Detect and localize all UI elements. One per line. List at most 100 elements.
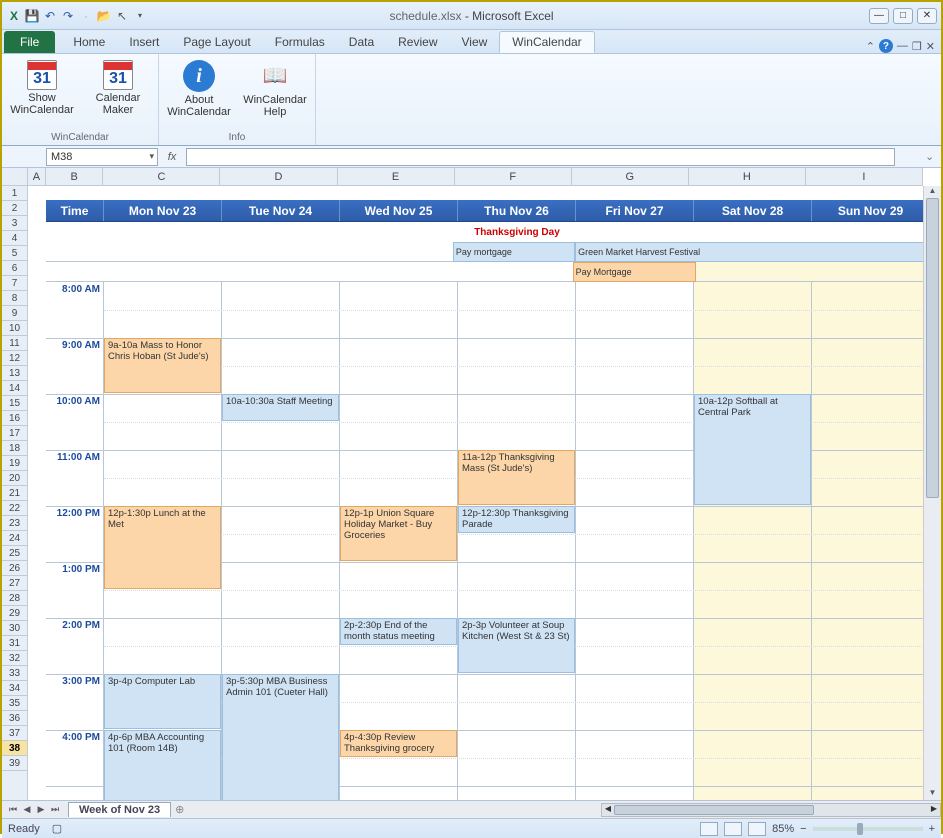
redo-icon[interactable]: ↷ — [60, 8, 76, 24]
row-header[interactable]: 12 — [2, 351, 27, 366]
row-header[interactable]: 10 — [2, 321, 27, 336]
calendar-event[interactable]: 3p-5:30p MBA Business Admin 101 (Cueter … — [222, 674, 339, 800]
row-header[interactable]: 7 — [2, 276, 27, 291]
row-header[interactable]: 23 — [2, 516, 27, 531]
calendar-event[interactable]: 12p-1p Union Square Holiday Market - Buy… — [340, 506, 457, 561]
row-header[interactable]: 11 — [2, 336, 27, 351]
row-header[interactable]: 9 — [2, 306, 27, 321]
col-header[interactable]: H — [689, 168, 806, 185]
new-sheet-icon[interactable]: ⊕ — [175, 803, 184, 816]
zoom-in-icon[interactable]: + — [929, 823, 935, 835]
row-header[interactable]: 13 — [2, 366, 27, 381]
grid-body[interactable]: Time Mon Nov 23 Tue Nov 24 Wed Nov 25 Th… — [28, 186, 923, 800]
doc-min-icon[interactable]: — — [897, 40, 908, 52]
row-header[interactable]: 16 — [2, 411, 27, 426]
col-header[interactable]: E — [338, 168, 455, 185]
col-header[interactable]: C — [103, 168, 220, 185]
calendar-event[interactable]: 9a-10a Mass to Honor Chris Hoban (St Jud… — [104, 338, 221, 393]
row-header[interactable]: 4 — [2, 231, 27, 246]
row-header[interactable]: 8 — [2, 291, 27, 306]
zoom-level[interactable]: 85% — [772, 823, 794, 835]
minimize-button[interactable]: — — [869, 8, 889, 24]
sheet-nav-prev[interactable]: ◀ — [20, 804, 34, 815]
row-header[interactable]: 1 — [2, 186, 27, 201]
col-header[interactable]: A — [28, 168, 46, 185]
name-box[interactable]: M38 — [46, 148, 158, 166]
row-header[interactable]: 29 — [2, 606, 27, 621]
tab-home[interactable]: Home — [61, 31, 117, 53]
row-header[interactable]: 17 — [2, 426, 27, 441]
pointer-icon[interactable]: ↖ — [114, 8, 130, 24]
row-header[interactable]: 39 — [2, 756, 27, 771]
macro-record-icon[interactable]: ▢ — [52, 822, 62, 835]
calendar-event[interactable]: 4p-6p MBA Accounting 101 (Room 14B) — [104, 730, 221, 800]
tab-review[interactable]: Review — [386, 31, 449, 53]
allday-event[interactable]: Green Market Harvest Festival — [575, 242, 923, 262]
row-header[interactable]: 18 — [2, 441, 27, 456]
select-all-corner[interactable] — [2, 168, 28, 186]
tab-page-layout[interactable]: Page Layout — [171, 31, 262, 53]
calendar-maker-button[interactable]: 31 Calendar Maker — [86, 60, 150, 116]
calendar-event[interactable]: 3p-4p Computer Lab — [104, 674, 221, 729]
allday-event[interactable]: Pay Mortgage — [573, 262, 696, 282]
col-header[interactable]: F — [455, 168, 572, 185]
doc-close-icon[interactable]: ✕ — [926, 40, 935, 53]
normal-view-button[interactable] — [700, 822, 718, 836]
horizontal-scrollbar[interactable]: ◀ ▶ — [601, 803, 941, 817]
sheet-nav-first[interactable]: ⏮ — [6, 804, 20, 815]
row-header[interactable]: 33 — [2, 666, 27, 681]
scroll-thumb[interactable] — [926, 198, 939, 498]
row-header[interactable]: 25 — [2, 546, 27, 561]
vertical-scrollbar[interactable]: ▲ ▼ — [923, 186, 941, 800]
scroll-down-icon[interactable]: ▼ — [924, 788, 941, 800]
help-icon[interactable]: ? — [879, 39, 893, 53]
zoom-slider[interactable] — [813, 827, 923, 831]
row-header[interactable]: 26 — [2, 561, 27, 576]
sheet-tab[interactable]: Week of Nov 23 — [68, 802, 171, 817]
doc-restore-icon[interactable]: ❐ — [912, 40, 922, 53]
row-header[interactable]: 31 — [2, 636, 27, 651]
row-header[interactable]: 19 — [2, 456, 27, 471]
row-header[interactable]: 37 — [2, 726, 27, 741]
row-header[interactable]: 38 — [2, 741, 27, 756]
calendar-event[interactable]: 10a-10:30a Staff Meeting — [222, 394, 339, 421]
tab-data[interactable]: Data — [337, 31, 386, 53]
tab-wincalendar[interactable]: WinCalendar — [499, 31, 594, 53]
row-header[interactable]: 35 — [2, 696, 27, 711]
formula-input[interactable] — [186, 148, 895, 166]
about-button[interactable]: i About WinCalendar — [167, 60, 231, 118]
maximize-button[interactable]: □ — [893, 8, 913, 24]
tab-insert[interactable]: Insert — [117, 31, 171, 53]
tab-formulas[interactable]: Formulas — [263, 31, 337, 53]
row-header[interactable]: 21 — [2, 486, 27, 501]
show-wincalendar-button[interactable]: 31 Show WinCalendar — [10, 60, 74, 116]
calendar-event[interactable]: 12p-12:30p Thanksgiving Parade — [458, 506, 575, 533]
row-header[interactable]: 32 — [2, 651, 27, 666]
row-header[interactable]: 34 — [2, 681, 27, 696]
row-header[interactable]: 20 — [2, 471, 27, 486]
row-header[interactable]: 22 — [2, 501, 27, 516]
row-header[interactable]: 36 — [2, 711, 27, 726]
row-header[interactable]: 5 — [2, 246, 27, 261]
allday-event[interactable]: Pay mortgage — [453, 242, 575, 262]
col-header[interactable]: G — [572, 168, 689, 185]
calendar-event[interactable]: 12p-1:30p Lunch at the Met — [104, 506, 221, 589]
row-header[interactable]: 6 — [2, 261, 27, 276]
expand-formula-icon[interactable]: ⌄ — [925, 150, 941, 163]
sheet-nav-next[interactable]: ▶ — [34, 804, 48, 815]
fx-icon[interactable]: fx — [158, 151, 186, 163]
save-icon[interactable]: 💾 — [24, 8, 40, 24]
row-header[interactable]: 24 — [2, 531, 27, 546]
calendar-event[interactable]: 4p-4:30p Review Thanksgiving grocery — [340, 730, 457, 757]
row-header[interactable]: 30 — [2, 621, 27, 636]
help-button[interactable]: 📖 WinCalendar Help — [243, 60, 307, 118]
open-icon[interactable]: 📂 — [96, 8, 112, 24]
row-header[interactable]: 15 — [2, 396, 27, 411]
calendar-event[interactable]: 2p-2:30p End of the month status meeting — [340, 618, 457, 645]
col-header[interactable]: I — [806, 168, 923, 185]
file-tab[interactable]: File — [4, 31, 55, 53]
zoom-out-icon[interactable]: − — [800, 823, 806, 835]
row-header[interactable]: 2 — [2, 201, 27, 216]
scroll-up-icon[interactable]: ▲ — [924, 186, 941, 198]
row-header[interactable]: 3 — [2, 216, 27, 231]
